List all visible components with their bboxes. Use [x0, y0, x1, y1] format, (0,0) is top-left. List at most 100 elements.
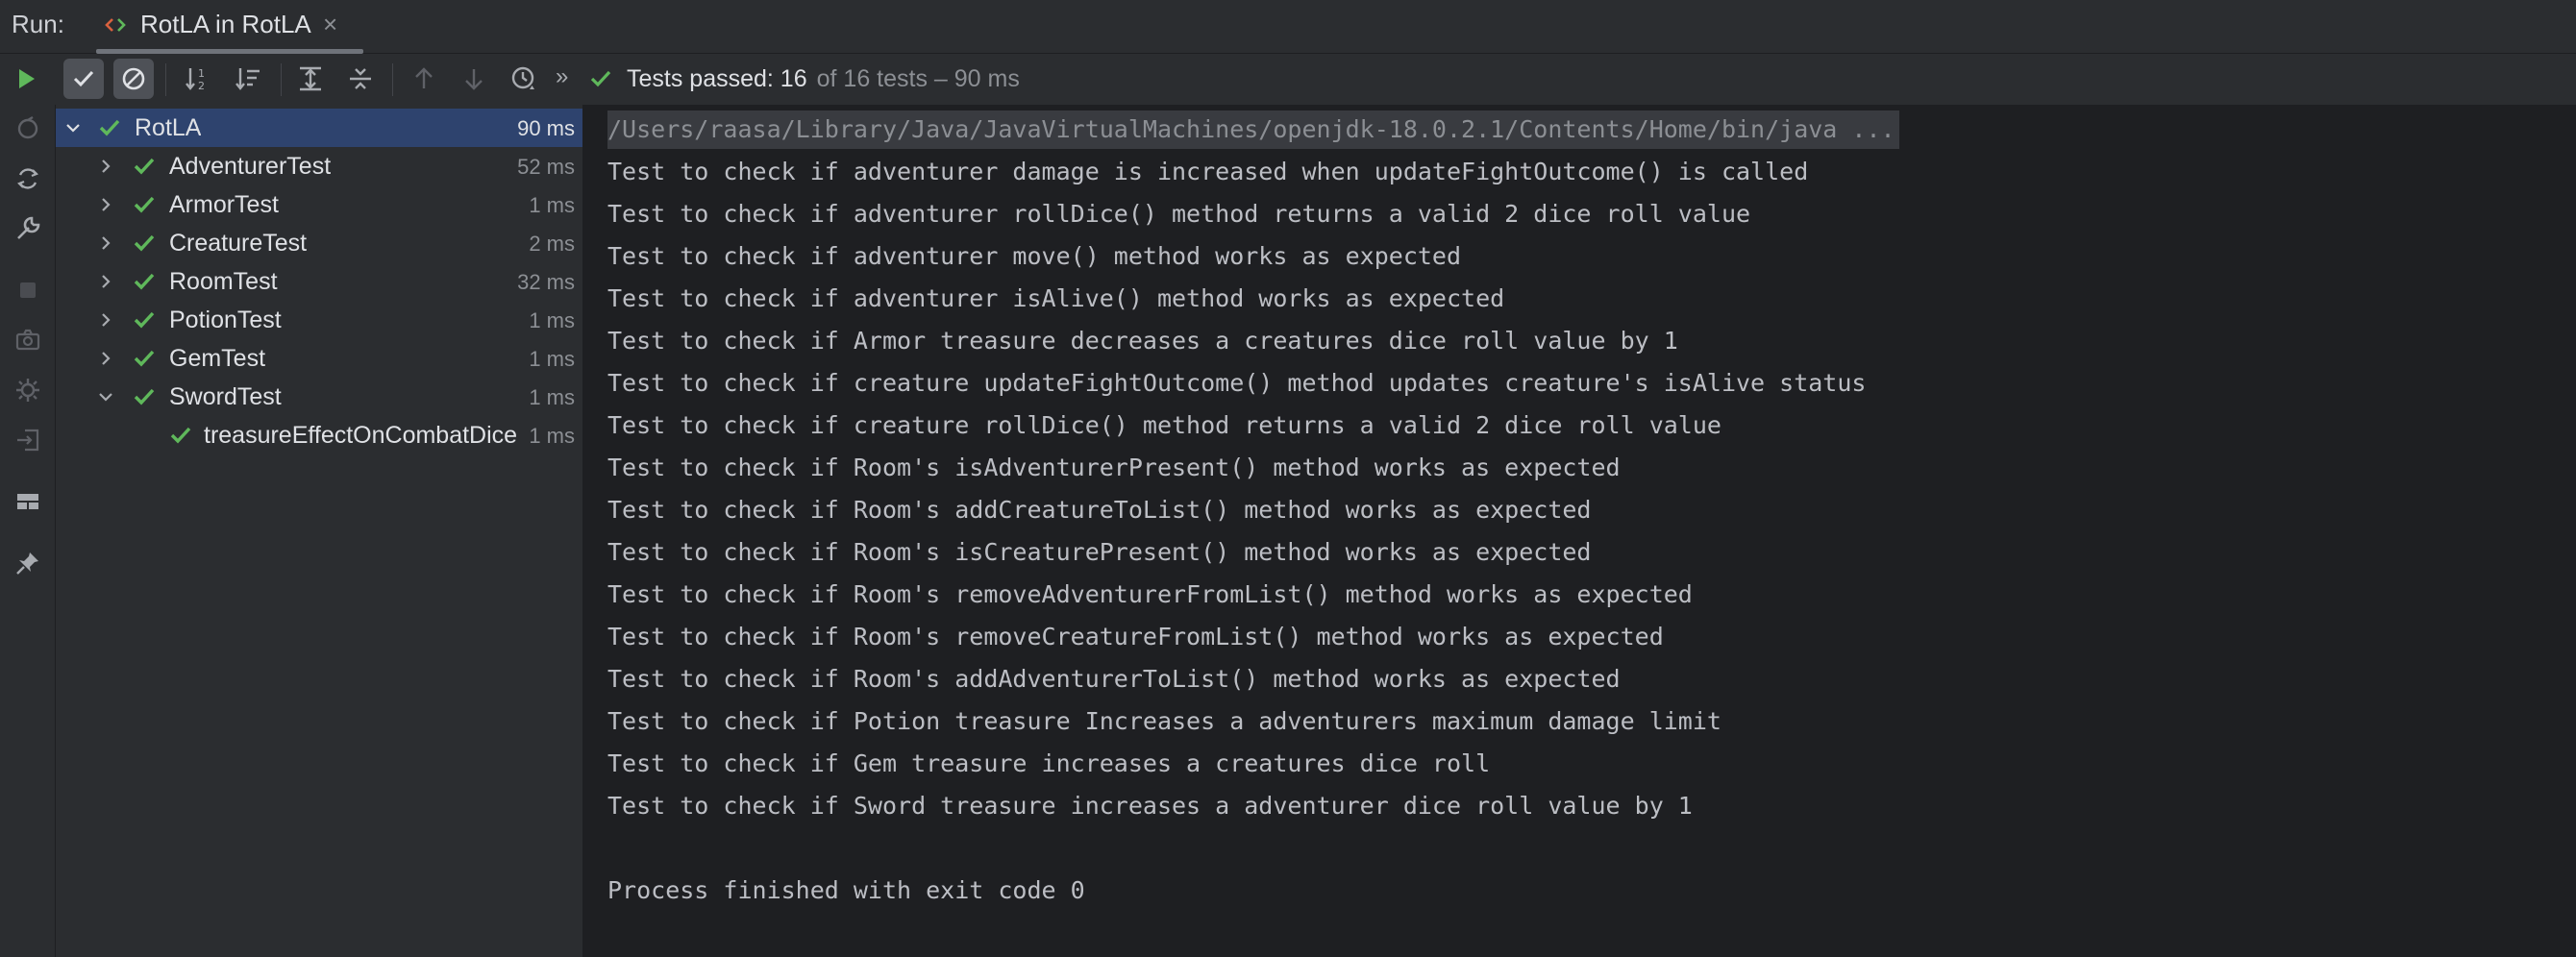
chevron-right-icon[interactable]: [94, 347, 117, 370]
chevron-down-icon[interactable]: [94, 385, 117, 408]
tree-item-duration: 90 ms: [513, 116, 575, 141]
run-label: Run:: [12, 10, 64, 38]
tree-item-label: RotLA: [135, 114, 202, 141]
console-line: Test to check if Potion treasure Increas…: [607, 707, 1721, 735]
tree-row-test-class[interactable]: ArmorTest 1 ms: [56, 185, 582, 224]
history-icon: [511, 66, 534, 89]
play-icon: [19, 69, 35, 88]
expand-all-button[interactable]: [290, 59, 331, 99]
debug-settings-icon[interactable]: [13, 376, 42, 405]
layout-icon[interactable]: [13, 487, 42, 516]
tests-passed-label: Tests passed: 16: [627, 64, 807, 92]
next-failed-button[interactable]: [454, 59, 494, 99]
show-passed-toggle[interactable]: [63, 59, 104, 99]
check-icon: [134, 388, 155, 405]
tree-item-label: AdventurerTest: [169, 153, 332, 180]
check-icon: [99, 119, 120, 136]
tree-item-label: ArmorTest: [169, 191, 279, 218]
chevron-right-icon[interactable]: [94, 193, 117, 216]
tree-row-test-class[interactable]: RoomTest 32 ms: [56, 262, 582, 301]
collapse-all-button[interactable]: [340, 59, 381, 99]
check-icon: [134, 234, 155, 252]
pin-icon[interactable]: [13, 549, 42, 577]
tree-item-duration: 1 ms: [525, 385, 575, 410]
console-line: Test to check if adventurer damage is in…: [607, 158, 1809, 185]
previous-failed-button[interactable]: [404, 59, 444, 99]
tree-item-duration: 32 ms: [513, 270, 575, 295]
toolbar-separator: [392, 63, 393, 96]
sort-alpha-icon: 12: [186, 67, 205, 92]
tab-rotla[interactable]: RotLA in RotLA ×: [96, 0, 365, 54]
console-output[interactable]: /Users/raasa/Library/Java/JavaVirtualMac…: [584, 105, 2576, 957]
console-command-line[interactable]: /Users/raasa/Library/Java/JavaVirtualMac…: [607, 110, 1899, 149]
check-icon: [134, 158, 155, 175]
test-toolbar: 12 » Tests passed: 16 of 16 tests – 90 m…: [0, 54, 2576, 105]
check-icon: [134, 311, 155, 329]
console-line: Test to check if adventurer isAlive() me…: [607, 284, 1505, 312]
sort-alphabetically-button[interactable]: 12: [178, 59, 218, 99]
collapse-all-icon: [350, 68, 371, 89]
check-icon: [170, 427, 191, 444]
chevron-right-icon[interactable]: [94, 155, 117, 178]
console-line: Test to check if adventurer move() metho…: [607, 242, 1462, 270]
console-line: Test to check if Room's removeCreatureFr…: [607, 623, 1664, 650]
rerun-failed-icon[interactable]: [13, 114, 42, 143]
tree-item-label: treasureEffectOnCombatDice: [204, 422, 518, 449]
console-line: Test to check if Room's removeAdventurer…: [607, 580, 1693, 608]
tree-row-test-class[interactable]: AdventurerTest 52 ms: [56, 147, 582, 185]
tree-item-label: PotionTest: [169, 307, 282, 333]
camera-icon[interactable]: [13, 326, 42, 355]
rerun-button[interactable]: [6, 59, 46, 99]
tree-row-test-class[interactable]: PotionTest 1 ms: [56, 301, 582, 339]
sort-duration-icon: [235, 68, 260, 90]
console-line: Test to check if Armor treasure decrease…: [607, 327, 1678, 355]
check-icon: [134, 350, 155, 367]
close-icon[interactable]: ×: [323, 10, 337, 39]
tree-item-duration: 1 ms: [525, 193, 575, 218]
tree-row-test-class[interactable]: GemTest 1 ms: [56, 339, 582, 378]
sort-by-duration-button[interactable]: [228, 59, 268, 99]
show-ignored-toggle[interactable]: [113, 59, 154, 99]
test-status: Tests passed: 16 of 16 tests – 90 ms: [588, 61, 1020, 96]
test-results-tree: RotLA 90 ms AdventurerTest 52 ms ArmorTe…: [56, 105, 584, 957]
console-line: Test to check if Room's addAdventurerToL…: [607, 665, 1621, 693]
run-config-icon: [105, 18, 126, 32]
console-line: Test to check if Room's addCreatureToLis…: [607, 496, 1592, 524]
tree-row-test-method[interactable]: treasureEffectOnCombatDice 1 ms: [56, 416, 582, 454]
check-icon: [134, 196, 155, 213]
stop-icon[interactable]: [13, 276, 42, 305]
chevron-right-icon[interactable]: [94, 232, 117, 255]
more-actions-icon[interactable]: »: [556, 63, 568, 90]
chevron-right-icon[interactable]: [94, 308, 117, 331]
tab-title: RotLA in RotLA: [140, 10, 311, 38]
toggle-auto-test-icon[interactable]: [13, 164, 42, 193]
expand-all-icon: [300, 66, 321, 91]
import-icon[interactable]: [13, 426, 42, 454]
chevron-right-icon[interactable]: [94, 270, 117, 293]
console-line: Test to check if creature updateFightOut…: [607, 369, 1867, 397]
tree-item-duration: 1 ms: [525, 308, 575, 333]
console-line: Test to check if adventurer rollDice() m…: [607, 200, 1751, 228]
tree-item-duration: 1 ms: [525, 347, 575, 372]
wrench-icon[interactable]: [13, 214, 42, 243]
tree-item-duration: 1 ms: [525, 424, 575, 449]
chevron-down-icon[interactable]: [62, 116, 85, 139]
tree-row-root[interactable]: RotLA 90 ms: [56, 109, 582, 147]
svg-text:2: 2: [198, 80, 205, 92]
arrow-up-icon: [415, 67, 433, 88]
ignored-icon: [122, 67, 145, 90]
console-line: Test to check if Room's isAdventurerPres…: [607, 454, 1621, 481]
arrow-down-icon: [465, 69, 483, 90]
console-line: Test to check if Gem treasure increases …: [607, 749, 1491, 777]
check-icon: [590, 70, 611, 87]
tree-row-test-class[interactable]: CreatureTest 2 ms: [56, 224, 582, 262]
test-history-button[interactable]: [504, 59, 544, 99]
toolbar-separator: [281, 63, 282, 96]
tests-total-label: of 16 tests – 90 ms: [816, 64, 1020, 92]
console-exit-line: Process finished with exit code 0: [607, 876, 1085, 904]
console-line: Test to check if Room's isCreaturePresen…: [607, 538, 1592, 566]
tree-row-test-class[interactable]: SwordTest 1 ms: [56, 378, 582, 416]
check-icon: [73, 70, 94, 87]
tree-item-label: CreatureTest: [169, 230, 308, 257]
svg-text:1: 1: [198, 67, 205, 80]
